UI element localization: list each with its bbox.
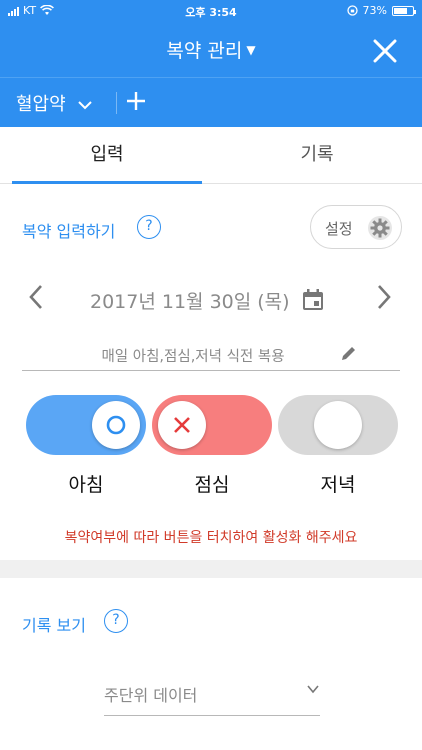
chevron-left-icon xyxy=(29,285,42,309)
plus-icon xyxy=(127,92,145,110)
x-mark-icon xyxy=(174,417,190,433)
tab-input[interactable]: 입력 xyxy=(12,127,202,184)
tab-bar: 입력 기록 xyxy=(0,127,422,184)
period-value: 주단위 데이터 xyxy=(104,686,198,705)
status-right: 73% xyxy=(346,4,416,17)
lunch-toggle[interactable] xyxy=(152,395,272,455)
chevron-down-icon xyxy=(74,98,92,114)
app-title-dropdown[interactable]: 복약 관리 ▼ xyxy=(0,36,422,63)
evening-toggle[interactable] xyxy=(278,395,398,455)
lunch-knob xyxy=(158,401,206,449)
add-medicine-button[interactable] xyxy=(126,84,146,119)
evening-knob xyxy=(314,401,362,449)
input-section-title: 복약 입력하기 xyxy=(22,222,116,241)
tab-record[interactable]: 기록 xyxy=(222,127,412,184)
settings-button[interactable]: 설정 xyxy=(310,205,402,249)
medicine-selector[interactable]: 혈압약 xyxy=(16,90,92,116)
record-section-title: 기록 보기 xyxy=(22,616,86,635)
period-select[interactable]: 주단위 데이터 xyxy=(104,672,320,716)
status-bar: KT 오후 3:54 73% xyxy=(0,0,422,22)
gear-icon xyxy=(368,216,392,240)
app-bar: 복약 관리 ▼ xyxy=(0,22,422,77)
date-row: 2017년 11월 30일 (목) xyxy=(0,280,422,320)
prev-day-button[interactable] xyxy=(28,284,44,317)
medicine-bar: 혈압약 xyxy=(0,77,422,127)
chevron-down-icon xyxy=(307,685,319,694)
record-help-icon[interactable]: ? xyxy=(104,609,128,633)
close-icon xyxy=(373,39,397,63)
notice-text: 복약여부에 따라 버튼을 터치하여 활성화 해주세요 xyxy=(64,530,358,546)
pencil-icon[interactable] xyxy=(340,344,358,362)
battery-percent: 73% xyxy=(362,4,387,17)
chevron-right-icon xyxy=(378,285,391,309)
section-divider xyxy=(0,560,422,578)
morning-knob xyxy=(92,401,140,449)
medicine-name: 혈압약 xyxy=(16,94,66,115)
morning-toggle[interactable] xyxy=(26,395,146,455)
orientation-lock-icon xyxy=(346,5,358,16)
morning-label: 아침 xyxy=(68,474,104,496)
battery-icon xyxy=(392,5,416,16)
circle-check-icon xyxy=(106,415,126,435)
app-title: 복약 관리 xyxy=(166,40,243,62)
lunch-label: 점심 xyxy=(194,474,230,496)
help-icon[interactable]: ? xyxy=(137,215,161,239)
memo-text: 매일 아침,점심,저녁 식전 복용 xyxy=(101,349,285,365)
medicine-divider xyxy=(116,92,117,114)
calendar-icon[interactable] xyxy=(302,289,324,311)
next-day-button[interactable] xyxy=(376,284,392,317)
evening-label: 저녁 xyxy=(320,474,356,496)
close-button[interactable] xyxy=(370,34,400,64)
settings-label: 설정 xyxy=(325,220,353,238)
caret-down-icon: ▼ xyxy=(246,43,256,57)
date-label[interactable]: 2017년 11월 30일 (목) xyxy=(90,287,290,314)
memo-field[interactable]: 매일 아침,점심,저녁 식전 복용 xyxy=(22,340,400,371)
